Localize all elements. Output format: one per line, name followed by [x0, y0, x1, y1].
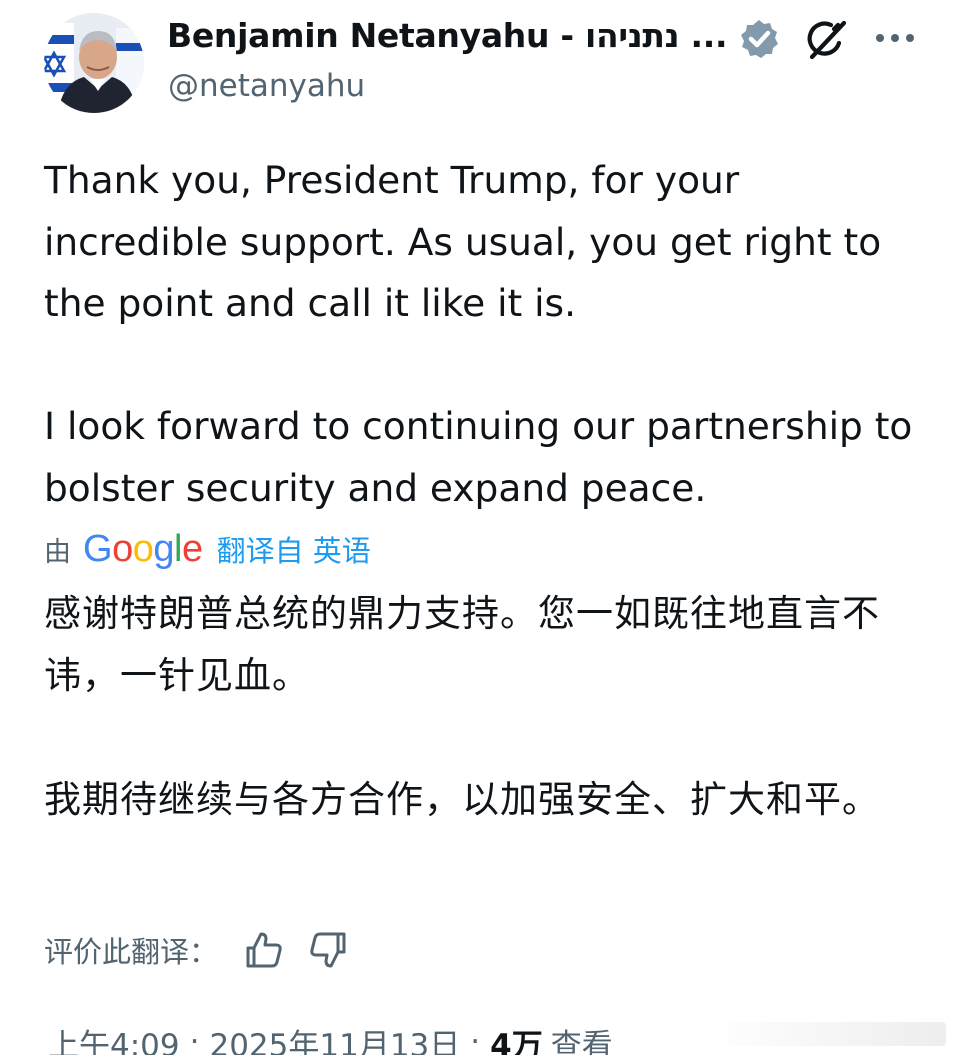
- tweet-date[interactable]: 2025年11月13日: [209, 1020, 460, 1055]
- avatar[interactable]: [44, 13, 144, 113]
- meta-separator: ·: [189, 1024, 200, 1055]
- profile-photo: [44, 13, 144, 113]
- more-options-icon[interactable]: [872, 18, 918, 58]
- rate-translation: 评价此翻译：: [44, 925, 370, 975]
- google-logo: Google: [83, 528, 203, 570]
- user-handle[interactable]: @netanyahu: [168, 68, 365, 104]
- watermark: [706, 1022, 946, 1046]
- tweet-detail: Benjamin Netanyahu - נתניהו ... @netanya…: [0, 0, 960, 1055]
- tweet-text: Thank you, President Trump, for your inc…: [44, 150, 924, 519]
- rate-translation-label: 评价此翻译：: [44, 935, 219, 969]
- thumbs-up-icon[interactable]: [242, 928, 286, 972]
- display-name[interactable]: Benjamin Netanyahu - נתניהו ...: [167, 16, 728, 55]
- translated-paragraph: 感谢特朗普总统的鼎力支持。您一如既往地直言不讳，一针见血。: [44, 592, 880, 697]
- tweet-paragraph: I look forward to continuing our partner…: [44, 404, 913, 510]
- translated-by-label: 由: [44, 536, 71, 568]
- tweet-meta: 上午4:09 · 2025年11月13日 · 4万 查看: [48, 1018, 613, 1055]
- tweet-paragraph: Thank you, President Trump, for your inc…: [44, 158, 882, 325]
- translation-attribution: 由 Google 翻译自 英语: [44, 524, 371, 574]
- tweet-time[interactable]: 上午4:09: [48, 1020, 180, 1055]
- grok-icon[interactable]: [801, 15, 849, 63]
- translated-text: 感谢特朗普总统的鼎力支持。您一如既往地直言不讳，一针见血。 我期待继续与各方合作…: [44, 583, 924, 831]
- translated-paragraph: 我期待继续与各方合作，以加强安全、扩大和平。: [44, 778, 880, 821]
- verified-badge-icon: [737, 17, 781, 61]
- views-count[interactable]: 4万: [490, 1020, 543, 1055]
- thumbs-down-icon[interactable]: [306, 928, 350, 972]
- views-label[interactable]: 查看: [551, 1020, 613, 1055]
- meta-separator: ·: [470, 1024, 481, 1055]
- translated-from-link[interactable]: 翻译自 英语: [217, 528, 371, 570]
